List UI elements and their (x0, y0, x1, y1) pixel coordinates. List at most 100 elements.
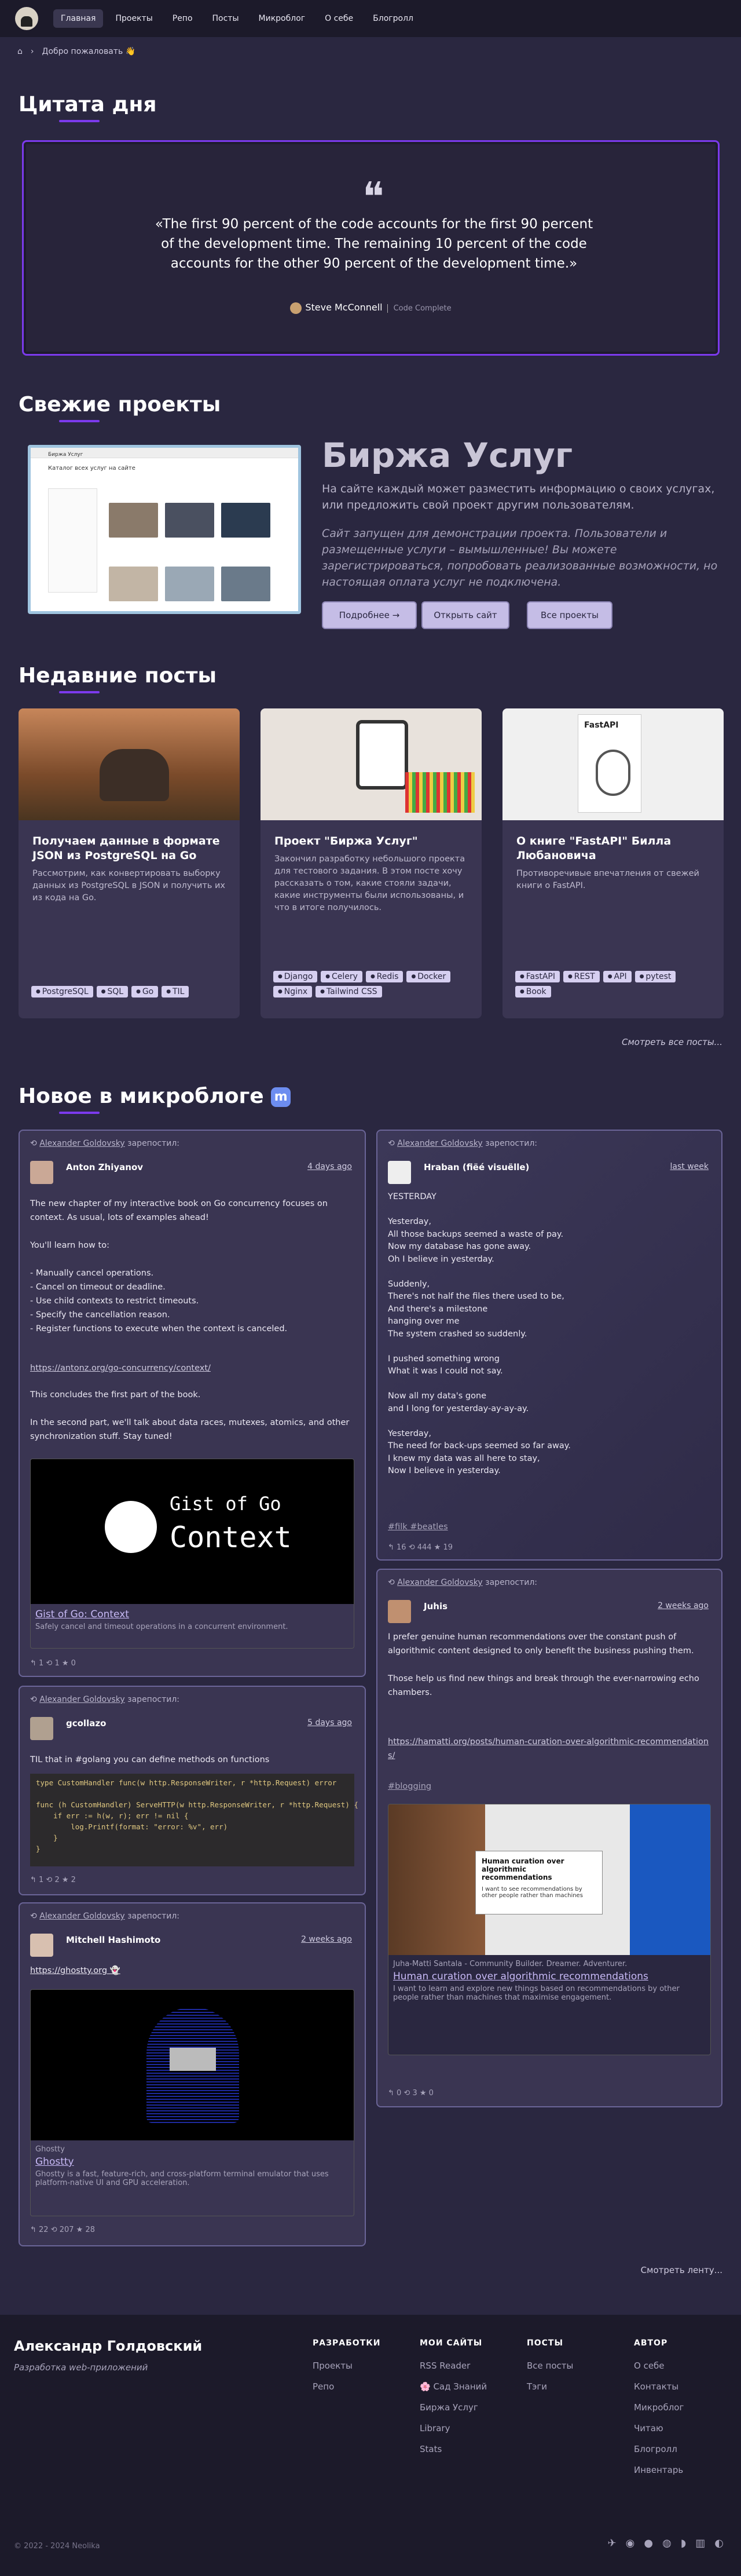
footer-col-dev: РАЗРАБОТКИ Проекты Репо (313, 2339, 381, 2392)
author-name[interactable]: gcollazo (66, 1718, 106, 1729)
post-stats[interactable]: ↰ 0 ⟲ 3 ★ 0 (388, 2089, 434, 2098)
reposter-link[interactable]: Alexander Goldovsky (39, 1695, 125, 1704)
link-preview[interactable]: Gist of Go Context Gist of Go: Context S… (30, 1459, 354, 1649)
footer-link[interactable]: Тэги (527, 2381, 573, 2392)
footer-link[interactable]: Проекты (313, 2361, 380, 2371)
author-name[interactable]: Mitchell Hashimoto (66, 1935, 160, 1945)
footer-link[interactable]: 🌸 Сад Знаний (420, 2381, 487, 2392)
post-title[interactable]: О книге "FastAPI" Билла Любановича (502, 820, 724, 863)
hashtags[interactable]: #filk #beatles (388, 1520, 711, 1534)
footer-link[interactable]: Репо (313, 2381, 380, 2392)
footer-link[interactable]: Биржа Услуг (420, 2402, 487, 2413)
post-link[interactable]: https://antonz.org/go-concurrency/contex… (30, 1361, 354, 1375)
more-posts-link[interactable]: Смотреть все посты... (622, 1037, 722, 1047)
post-desc: Противоречивые впечатления от свежей кни… (516, 869, 699, 890)
nav-repo[interactable]: Репо (165, 9, 200, 28)
post-stats[interactable]: ↰ 22 ⟲ 207 ★ 28 (30, 2226, 95, 2234)
stats-icon[interactable]: ▥ (695, 2537, 705, 2549)
more-feed-link[interactable]: Смотреть ленту... (641, 2265, 722, 2275)
preview-title[interactable]: Gist of Go: Context (31, 1604, 354, 1620)
post-image-desk (261, 708, 482, 820)
author-name[interactable]: Anton Zhiyanov (66, 1162, 143, 1172)
footer-link[interactable]: Инвентарь (634, 2465, 684, 2475)
post-date[interactable]: last week (670, 1162, 709, 1171)
tag[interactable]: API (603, 971, 632, 982)
post-date[interactable]: 2 weeks ago (658, 1601, 709, 1610)
tag[interactable]: pytest (634, 971, 676, 982)
site-logo[interactable] (15, 7, 38, 30)
mastodon-icon[interactable]: ◉ (626, 2537, 635, 2549)
reposter-link[interactable]: Alexander Goldovsky (39, 1139, 125, 1148)
all-projects-button[interactable]: Все проекты (527, 601, 612, 629)
tag[interactable]: FastAPI (515, 971, 560, 982)
nav-home[interactable]: Главная (53, 9, 104, 28)
post-card[interactable]: Получаем данные в формате JSON из Postgr… (19, 708, 240, 1018)
post-title[interactable]: Проект "Биржа Услуг" (261, 820, 482, 849)
reposter-link[interactable]: Alexander Goldovsky (397, 1578, 483, 1587)
avatar[interactable] (30, 1717, 53, 1740)
nav-microblog[interactable]: Микроблог (251, 9, 313, 28)
post-date[interactable]: 2 weeks ago (301, 1935, 352, 1944)
footer-link[interactable]: Контакты (634, 2381, 684, 2392)
home-icon[interactable]: ⌂ (17, 47, 23, 56)
tag[interactable]: Nginx (273, 986, 313, 997)
tag[interactable]: SQL (96, 986, 129, 997)
post-stats[interactable]: ↰ 1 ⟲ 1 ★ 0 (30, 1659, 76, 1668)
tag[interactable]: Go (131, 986, 159, 997)
author-name[interactable]: Juhis (424, 1601, 447, 1612)
footer-link[interactable]: RSS Reader (420, 2361, 487, 2371)
rss-icon[interactable]: ◗ (681, 2537, 686, 2549)
post-link[interactable]: https://ghostty.org 👻 (30, 1964, 354, 1978)
theme-icon[interactable]: ◐ (714, 2537, 724, 2549)
preview-title[interactable]: Human curation over algorithmic recommen… (388, 1968, 710, 1982)
hashtags[interactable]: #blogging (388, 1780, 711, 1793)
post-stats[interactable]: ↰ 1 ⟲ 2 ★ 2 (30, 1876, 76, 1884)
tag[interactable]: REST (563, 971, 600, 982)
avatar[interactable] (388, 1600, 411, 1623)
post-body: The new chapter of my interactive book o… (30, 1199, 328, 1333)
footer-link[interactable]: Блогролл (634, 2444, 684, 2454)
tag[interactable]: PostgreSQL (31, 986, 93, 997)
post-date[interactable]: 5 days ago (307, 1718, 352, 1727)
link-preview[interactable]: Ghostty Ghostty Ghostty is a fast, featu… (30, 1989, 354, 2216)
link-preview[interactable]: Human curation over algorithmic recommen… (388, 1804, 711, 2055)
project-note: Сайт запущен для демонстрации проекта. П… (322, 527, 718, 589)
nav-posts[interactable]: Посты (205, 9, 247, 28)
tag[interactable]: TIL (162, 986, 189, 997)
footer-link[interactable]: Stats (420, 2444, 487, 2454)
reposter-link[interactable]: Alexander Goldovsky (39, 1912, 125, 1921)
post-title[interactable]: Получаем данные в формате JSON из Postgr… (19, 820, 240, 863)
project-more-button[interactable]: Подробнее → (322, 601, 417, 629)
repost-by: ⟲ Alexander Goldovsky зарепостил: (30, 1139, 180, 1148)
post-stats[interactable]: ↰ 16 ⟲ 444 ★ 19 (388, 1543, 453, 1552)
tag[interactable]: Django (273, 971, 318, 982)
nav-projects[interactable]: Проекты (108, 9, 160, 28)
tag[interactable]: Celery (321, 971, 362, 982)
tag[interactable]: Book (515, 986, 551, 997)
reposter-link[interactable]: Alexander Goldovsky (397, 1139, 483, 1148)
avatar[interactable] (388, 1161, 411, 1184)
post-card[interactable]: FastAPI О книге "FastAPI" Билла Любанови… (502, 708, 724, 1018)
nav-blogroll[interactable]: Блогролл (365, 9, 421, 28)
discord-icon[interactable]: ◍ (662, 2537, 672, 2549)
footer-link[interactable]: Читаю (634, 2423, 684, 2434)
preview-title[interactable]: Ghostty (31, 2154, 354, 2168)
footer-link[interactable]: Library (420, 2423, 487, 2434)
post-link[interactable]: https://hamatti.org/posts/human-curation… (388, 1735, 711, 1763)
telegram-icon[interactable]: ✈ (608, 2537, 617, 2549)
tag[interactable]: Tailwind CSS (316, 986, 382, 997)
open-site-button[interactable]: Открыть сайт (421, 601, 509, 629)
avatar[interactable] (30, 1934, 53, 1957)
footer-link[interactable]: Микроблог (634, 2402, 684, 2413)
tag[interactable]: Redis (365, 971, 403, 982)
post-card[interactable]: Проект "Биржа Услуг" Закончил разработку… (261, 708, 482, 1018)
tag[interactable]: Docker (406, 971, 451, 982)
github-icon[interactable]: ● (644, 2537, 653, 2549)
author-name[interactable]: Hraban (fiëé visuëlle) (424, 1162, 529, 1172)
avatar[interactable] (30, 1161, 53, 1184)
project-screenshot[interactable]: Биржа Услуг Каталог всех услуг на сайте (28, 445, 301, 614)
nav-about[interactable]: О себе (317, 9, 361, 28)
footer-link[interactable]: Все посты (527, 2361, 573, 2371)
post-date[interactable]: 4 days ago (307, 1162, 352, 1171)
footer-link[interactable]: О себе (634, 2361, 684, 2371)
